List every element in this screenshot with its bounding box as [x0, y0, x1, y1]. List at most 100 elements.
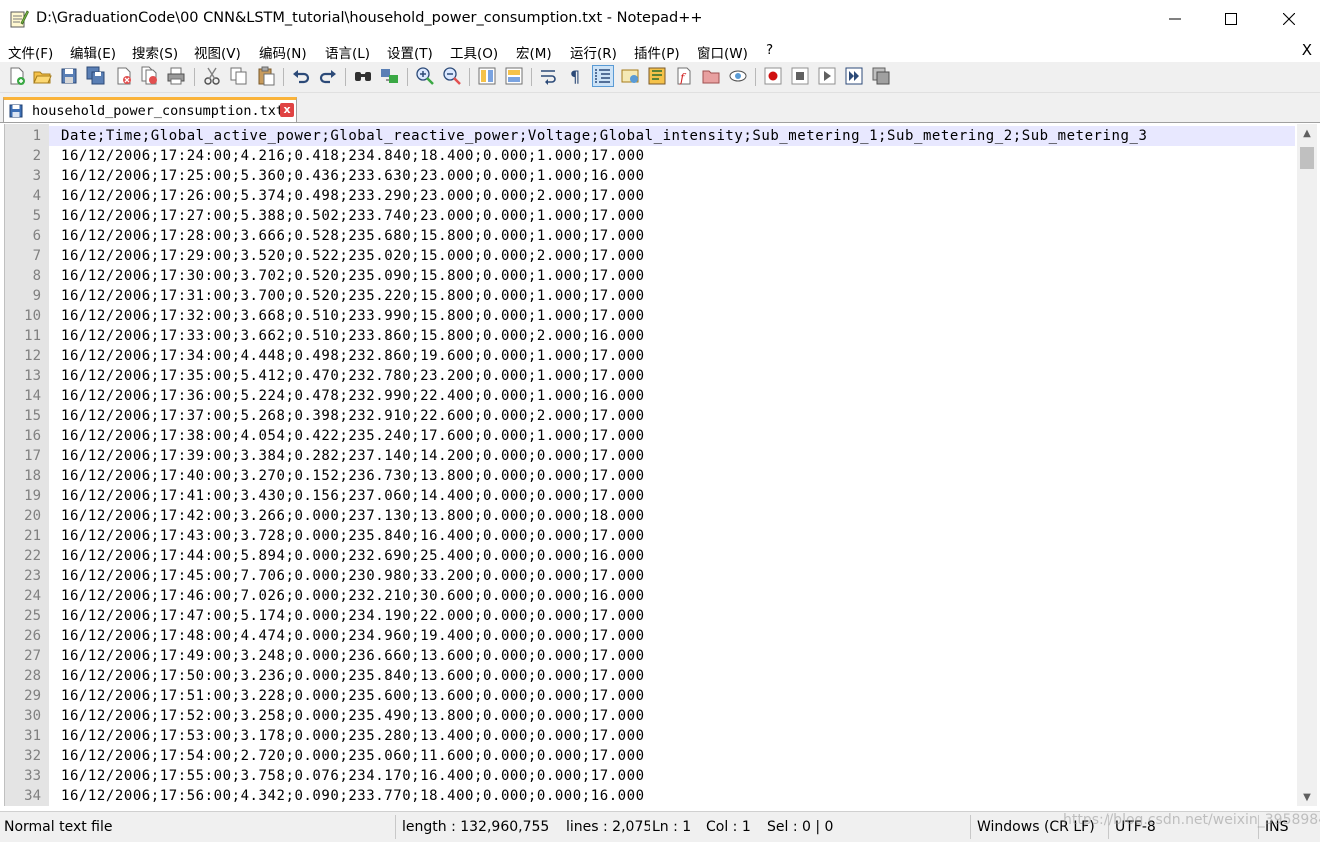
function-list-icon[interactable]: f [674, 66, 694, 86]
line-number: 18 [24, 468, 41, 484]
show-all-chars-icon[interactable]: ¶ [566, 66, 586, 86]
menu-edit[interactable]: 编辑(E) [70, 42, 116, 62]
sync-vertical-icon[interactable] [477, 66, 497, 86]
open-file-icon[interactable] [32, 66, 52, 86]
text-line[interactable]: 16/12/2006;17:33:00;3.662;0.510;233.860;… [49, 326, 1295, 346]
menu-settings[interactable]: 设置(T) [387, 42, 433, 62]
word-wrap-icon[interactable] [539, 66, 559, 86]
minimize-button[interactable] [1146, 0, 1204, 38]
vertical-scrollbar[interactable]: ▲ ▼ [1297, 124, 1317, 806]
print-icon[interactable] [166, 66, 186, 86]
user-language-icon[interactable] [620, 66, 640, 86]
sync-horizontal-icon[interactable] [504, 66, 524, 86]
text-line[interactable]: 16/12/2006;17:47:00;5.174;0.000;234.190;… [49, 606, 1295, 626]
copy-icon[interactable] [229, 66, 249, 86]
zoom-in-icon[interactable] [415, 66, 435, 86]
text-line[interactable]: 16/12/2006;17:43:00;3.728;0.000;235.840;… [49, 526, 1295, 546]
text-line[interactable]: 16/12/2006;17:53:00;3.178;0.000;235.280;… [49, 726, 1295, 746]
line-number: 10 [24, 308, 41, 324]
menu-encoding[interactable]: 编码(N) [259, 42, 307, 62]
text-line[interactable]: 16/12/2006;17:40:00;3.270;0.152;236.730;… [49, 466, 1295, 486]
line-text: 16/12/2006;17:26:00;5.374;0.498;233.290;… [61, 188, 645, 204]
menu-language[interactable]: 语言(L) [325, 42, 370, 62]
text-line[interactable]: 16/12/2006;17:26:00;5.374;0.498;233.290;… [49, 186, 1295, 206]
document-map-icon[interactable] [647, 66, 667, 86]
menu-macro[interactable]: 宏(M) [516, 42, 552, 62]
scroll-thumb[interactable] [1300, 147, 1314, 169]
menu-run[interactable]: 运行(R) [570, 42, 617, 62]
text-line[interactable]: 16/12/2006;17:52:00;3.258;0.000;235.490;… [49, 706, 1295, 726]
text-line[interactable]: 16/12/2006;17:36:00;5.224;0.478;232.990;… [49, 386, 1295, 406]
text-line[interactable]: 16/12/2006;17:45:00;7.706;0.000;230.980;… [49, 566, 1295, 586]
new-file-icon[interactable] [7, 66, 27, 86]
text-line[interactable]: 16/12/2006;17:38:00;4.054;0.422;235.240;… [49, 426, 1295, 446]
folder-workspace-icon[interactable] [701, 66, 721, 86]
close-document-button[interactable]: X [1302, 41, 1312, 59]
text-line[interactable]: 16/12/2006;17:50:00;3.236;0.000;235.840;… [49, 666, 1295, 686]
text-line[interactable]: 16/12/2006;17:55:00;3.758;0.076;234.170;… [49, 766, 1295, 786]
text-line[interactable]: 16/12/2006;17:37:00;5.268;0.398;232.910;… [49, 406, 1295, 426]
cut-icon[interactable] [202, 66, 222, 86]
text-line[interactable]: 16/12/2006;17:48:00;4.474;0.000;234.960;… [49, 626, 1295, 646]
text-line[interactable]: 16/12/2006;17:46:00;7.026;0.000;232.210;… [49, 586, 1295, 606]
text-line[interactable]: 16/12/2006;17:27:00;5.388;0.502;233.740;… [49, 206, 1295, 226]
find-icon[interactable] [353, 66, 373, 86]
monitoring-icon[interactable] [728, 66, 748, 86]
tab-household-power-consumption[interactable]: household_power_consumption.txt x [3, 97, 297, 122]
editor[interactable]: 1 2 3 4 5 6 7 8 9 10 11 12 13 14 15 16 17 18 19 20 21 22 23 24 2… [4, 124, 1317, 806]
scroll-up-arrow-icon[interactable]: ▲ [1297, 124, 1317, 142]
zoom-out-icon[interactable] [442, 66, 462, 86]
close-button[interactable] [1260, 0, 1318, 38]
save-icon[interactable] [59, 66, 79, 86]
title-bar: D:\GraduationCode\00 CNN&LSTM_tutorial\h… [0, 0, 1320, 38]
line-number: 5 [32, 208, 41, 224]
text-line[interactable]: 16/12/2006;17:39:00;3.384;0.282;237.140;… [49, 446, 1295, 466]
text-line[interactable]: 16/12/2006;17:49:00;3.248;0.000;236.660;… [49, 646, 1295, 666]
menu-help[interactable]: ? [766, 42, 773, 58]
play-macro-icon[interactable] [817, 66, 837, 86]
scroll-down-arrow-icon[interactable]: ▼ [1297, 788, 1317, 806]
close-all-icon[interactable] [140, 66, 160, 86]
text-line[interactable]: 16/12/2006;17:28:00;3.666;0.528;235.680;… [49, 226, 1295, 246]
text-area[interactable]: Date;Time;Global_active_power;Global_rea… [49, 124, 1295, 806]
replace-icon[interactable] [380, 66, 400, 86]
text-line[interactable]: 16/12/2006;17:32:00;3.668;0.510;233.990;… [49, 306, 1295, 326]
text-line[interactable]: 16/12/2006;17:54:00;2.720;0.000;235.060;… [49, 746, 1295, 766]
tab-label: household_power_consumption.txt [32, 103, 284, 119]
save-all-icon[interactable] [86, 66, 106, 86]
run-macro-multiple-icon[interactable] [844, 66, 864, 86]
text-line[interactable]: 16/12/2006;17:44:00;5.894;0.000;232.690;… [49, 546, 1295, 566]
watermark: https://blog.csdn.net/weixin_39589848 [1063, 812, 1320, 828]
menu-search[interactable]: 搜索(S) [132, 42, 178, 62]
line-text: 16/12/2006;17:55:00;3.758;0.076;234.170;… [61, 768, 645, 784]
status-lines: lines : 2,075 [566, 819, 650, 835]
save-macro-icon[interactable] [871, 66, 891, 86]
paste-icon[interactable] [256, 66, 276, 86]
minimize-icon [1169, 18, 1181, 20]
current-line[interactable]: Date;Time;Global_active_power;Global_rea… [49, 126, 1295, 146]
stop-macro-icon[interactable] [790, 66, 810, 86]
text-line[interactable]: 16/12/2006;17:35:00;5.412;0.470;232.780;… [49, 366, 1295, 386]
redo-icon[interactable] [318, 66, 338, 86]
close-file-icon[interactable] [114, 66, 134, 86]
text-line[interactable]: 16/12/2006;17:41:00;3.430;0.156;237.060;… [49, 486, 1295, 506]
maximize-button[interactable] [1202, 0, 1260, 38]
text-line[interactable]: 16/12/2006;17:29:00;3.520;0.522;235.020;… [49, 246, 1295, 266]
undo-icon[interactable] [291, 66, 311, 86]
menu-view[interactable]: 视图(V) [194, 42, 241, 62]
text-line[interactable]: 16/12/2006;17:25:00;5.360;0.436;233.630;… [49, 166, 1295, 186]
text-line[interactable]: 16/12/2006;17:24:00;4.216;0.418;234.840;… [49, 146, 1295, 166]
indent-guide-icon[interactable] [592, 65, 614, 87]
tab-close-button[interactable]: x [280, 103, 294, 117]
text-line[interactable]: 16/12/2006;17:51:00;3.228;0.000;235.600;… [49, 686, 1295, 706]
record-macro-icon[interactable] [763, 66, 783, 86]
text-line[interactable]: 16/12/2006;17:56:00;4.342;0.090;233.770;… [49, 786, 1295, 806]
text-line[interactable]: 16/12/2006;17:34:00;4.448;0.498;232.860;… [49, 346, 1295, 366]
text-line[interactable]: 16/12/2006;17:42:00;3.266;0.000;237.130;… [49, 506, 1295, 526]
text-line[interactable]: 16/12/2006;17:31:00;3.700;0.520;235.220;… [49, 286, 1295, 306]
menu-plugins[interactable]: 插件(P) [634, 42, 680, 62]
menu-window[interactable]: 窗口(W) [697, 42, 748, 62]
menu-file[interactable]: 文件(F) [8, 42, 53, 62]
text-line[interactable]: 16/12/2006;17:30:00;3.702;0.520;235.090;… [49, 266, 1295, 286]
menu-tools[interactable]: 工具(O) [450, 42, 498, 62]
